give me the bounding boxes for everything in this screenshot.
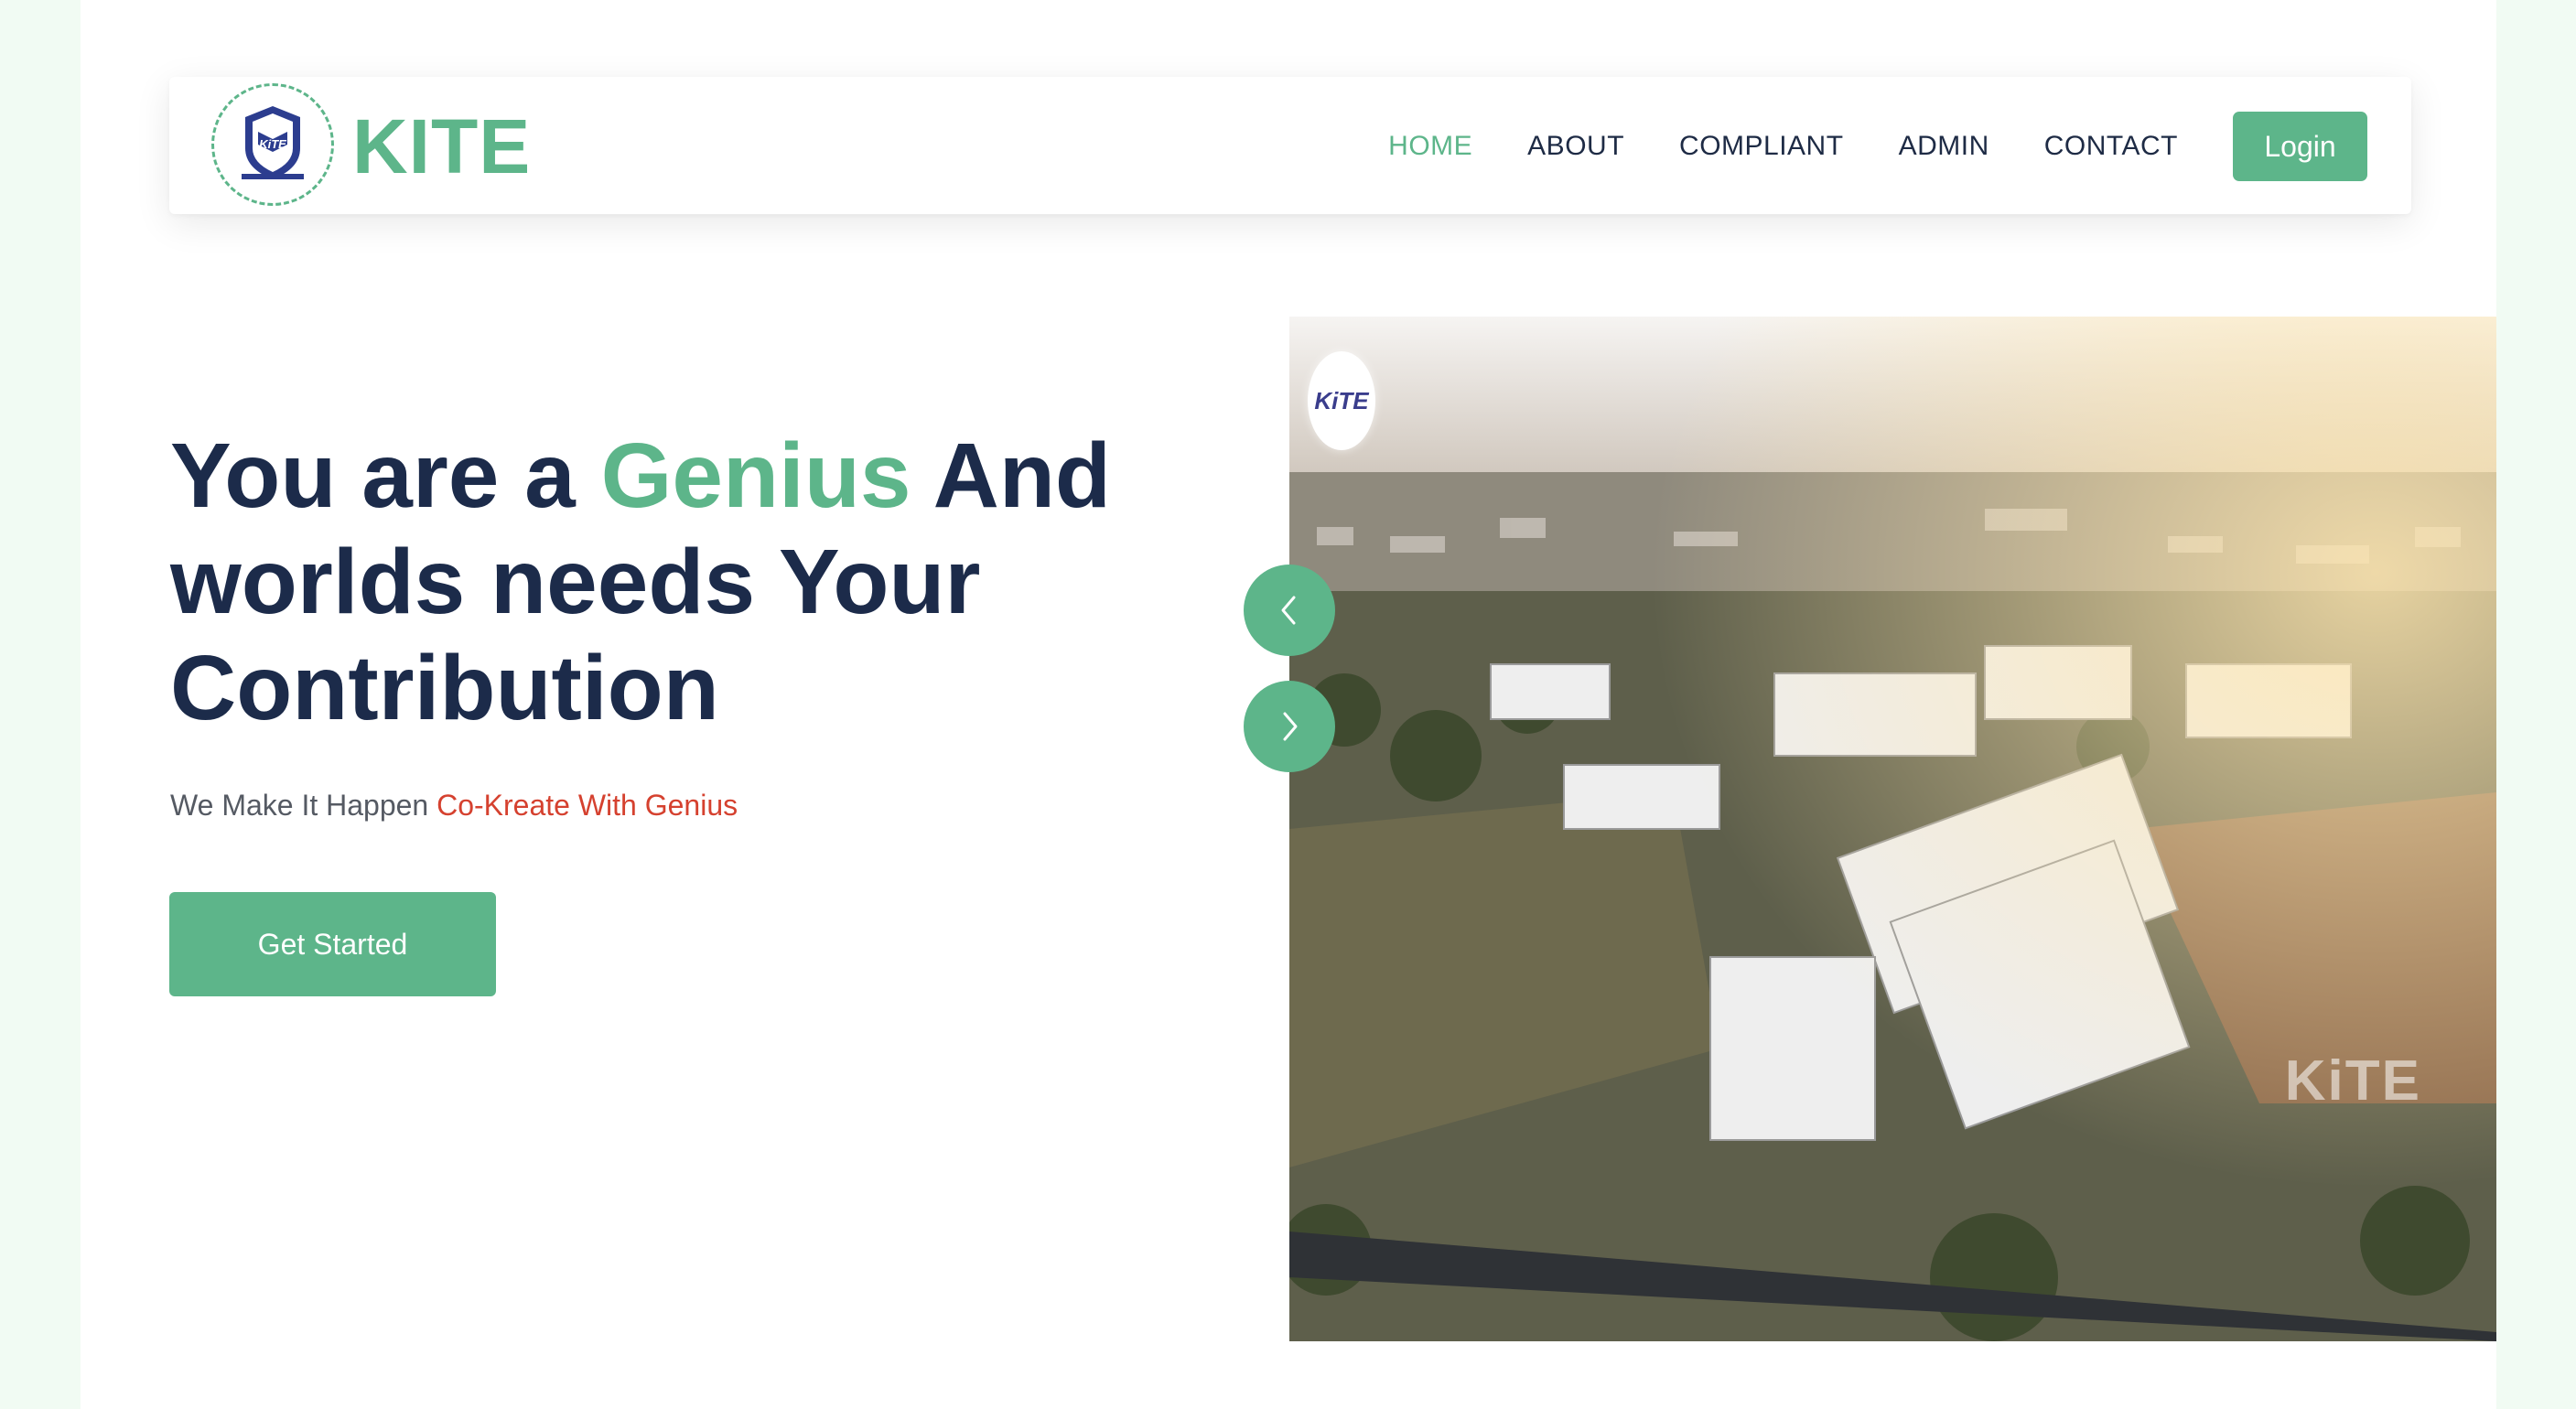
nav-link-admin[interactable]: ADMIN	[1899, 131, 1989, 162]
headline-part1: You are a	[170, 425, 601, 527]
carousel-prev-button[interactable]	[1244, 565, 1335, 656]
page: KiTE KITE HOME ABOUT COMPLIANT ADMIN CON…	[81, 0, 2496, 1409]
nav-link-home[interactable]: HOME	[1388, 131, 1472, 162]
campus-video-slide[interactable]: KiTE KiTE	[1289, 317, 2496, 1341]
hero-headline: You are a Genius And worlds needs Your C…	[170, 423, 1268, 741]
college-emblem-icon: KiTE	[242, 106, 304, 179]
tagline-highlight: Co-Kreate With Genius	[437, 789, 738, 822]
chevron-right-icon	[1283, 712, 1298, 741]
video-watermark: KiTE	[2284, 1049, 2421, 1113]
carousel-next-button[interactable]	[1244, 681, 1335, 772]
logo-emblem-text: KiTE	[259, 137, 286, 151]
nav-link-contact[interactable]: CONTACT	[2044, 131, 2178, 162]
campus-aerial-image	[1289, 317, 2496, 1341]
tagline-prefix: We Make It Happen	[170, 789, 437, 822]
chevron-left-icon	[1281, 596, 1296, 625]
logo[interactable]: KiTE	[211, 83, 334, 206]
video-logo-badge: KiTE	[1308, 351, 1375, 450]
nav-link-compliant[interactable]: COMPLIANT	[1679, 131, 1844, 162]
navbar: KiTE KITE HOME ABOUT COMPLIANT ADMIN CON…	[169, 77, 2411, 214]
nav-menu: HOME ABOUT COMPLIANT ADMIN CONTACT Login	[1333, 112, 2367, 181]
get-started-button[interactable]: Get Started	[169, 892, 496, 996]
login-button[interactable]: Login	[2233, 112, 2367, 181]
hero-tagline: We Make It Happen Co-Kreate With Genius	[170, 789, 738, 823]
headline-accent: Genius	[600, 425, 911, 527]
nav-link-about[interactable]: ABOUT	[1527, 131, 1624, 162]
brand-name[interactable]: KITE	[352, 102, 531, 190]
